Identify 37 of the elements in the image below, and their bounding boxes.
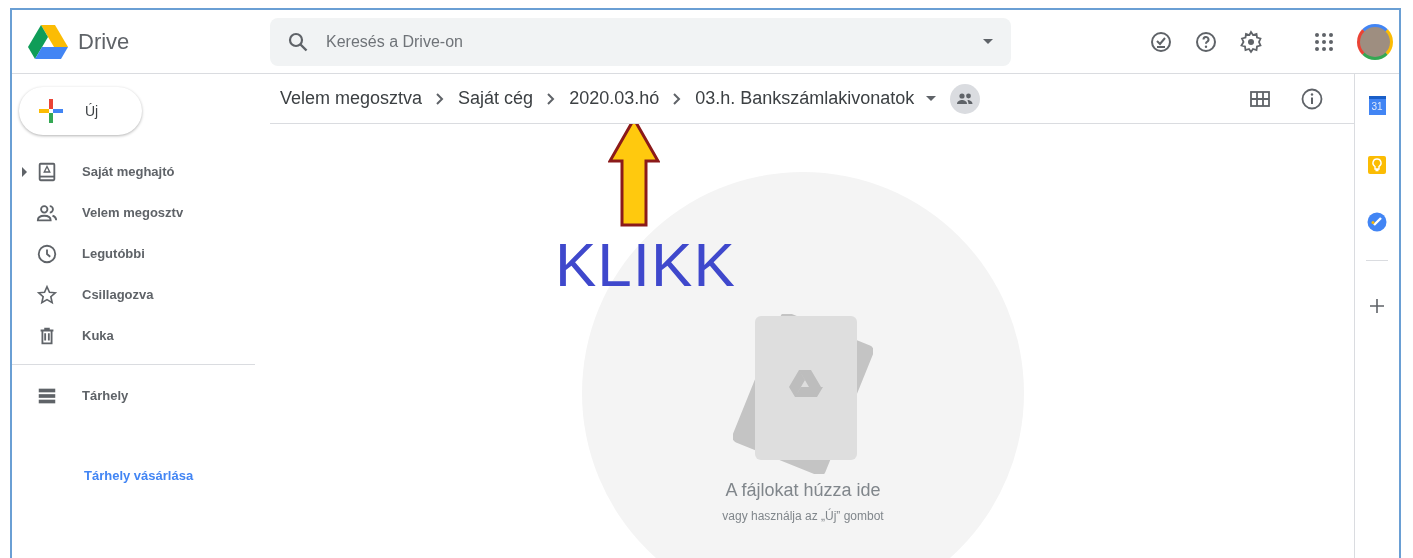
search-input[interactable]: Keresés a Drive-on	[324, 31, 983, 52]
search-field[interactable]: Keresés a Drive-on	[270, 17, 1011, 66]
sidebar-item[interactable]: Velem megosztv	[12, 192, 270, 233]
shared-folder-icon	[950, 83, 981, 114]
drive-logo-icon	[28, 24, 68, 59]
star-icon	[36, 283, 58, 306]
empty-state-title: A fájlokat húzza ide	[725, 480, 881, 501]
check-circle-icon[interactable]	[1149, 29, 1173, 54]
info-icon[interactable]	[1300, 86, 1324, 111]
pencil-check-icon[interactable]	[1367, 212, 1387, 232]
expand-arrow-icon[interactable]	[21, 166, 27, 177]
sidebar-item[interactable]: Csillagozva	[12, 274, 270, 315]
avatar[interactable]	[1357, 23, 1393, 60]
dropdown-caret-icon[interactable]	[983, 39, 993, 44]
chevron-right-icon	[673, 92, 682, 105]
sidebar-item[interactable]: Kuka	[12, 315, 270, 356]
chevron-right-icon	[436, 92, 445, 105]
clock-icon	[36, 242, 58, 265]
chevron-right-icon	[547, 92, 556, 105]
breadcrumb-item[interactable]: 2020.03.hó	[569, 88, 660, 109]
sidebar-item[interactable]: Legutóbbi	[12, 233, 270, 274]
plus-icon	[39, 99, 63, 123]
breadcrumb-item[interactable]: Velem megosztva	[280, 88, 423, 109]
empty-state-subtitle: vagy használja az „Új” gombot	[722, 509, 884, 523]
dropdown-caret-icon[interactable]	[926, 96, 937, 101]
app-name: Drive	[78, 28, 130, 55]
breadcrumb-item[interactable]: Saját cég	[458, 88, 534, 109]
sidebar-item[interactable]: Tárhely	[12, 375, 270, 416]
sidebar-item[interactable]: Saját meghajtó	[12, 151, 270, 192]
buy-storage-link[interactable]: Tárhely vásárlása	[84, 468, 270, 483]
settings-icon[interactable]	[1239, 29, 1263, 54]
breadcrumb-item[interactable]: 03.h. Bankszámlakivonatok	[695, 88, 915, 109]
new-button[interactable]: Új	[19, 87, 142, 135]
annotation-text: KLIKK	[555, 229, 736, 300]
add-icon[interactable]	[1367, 296, 1387, 316]
drive-icon	[36, 160, 58, 183]
help-icon[interactable]	[1194, 29, 1218, 54]
